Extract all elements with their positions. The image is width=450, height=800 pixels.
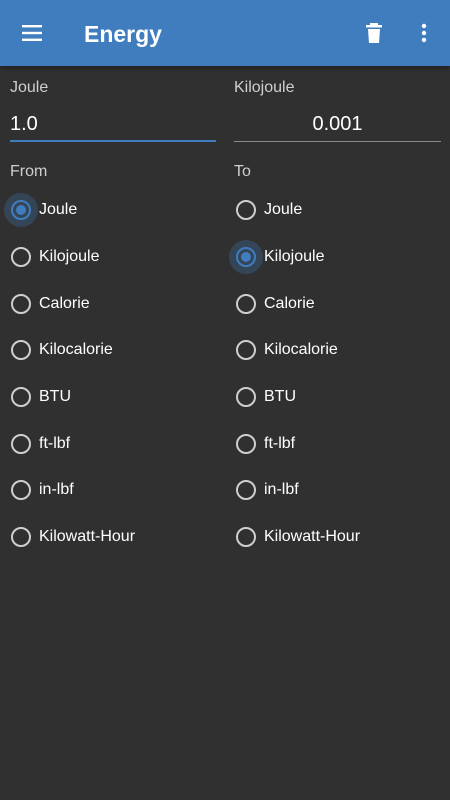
menu-icon <box>22 25 42 41</box>
to-radio-kilocalorie[interactable]: Kilocalorie <box>236 327 450 374</box>
radio-button-icon <box>11 247 31 268</box>
radio-label: Kilojoule <box>39 248 100 266</box>
radio-button-icon <box>11 480 31 501</box>
radio-label: ft-lbf <box>39 434 71 452</box>
delete-icon <box>366 23 382 43</box>
radio-button-icon <box>236 527 256 548</box>
radio-label: Calorie <box>264 294 315 312</box>
radio-button-icon <box>236 480 256 501</box>
radio-button-icon <box>11 387 31 408</box>
to-unit-label: Kilojoule <box>234 79 295 96</box>
to-unit-radio-group: Joule Kilojoule Calorie Kilocalorie BTU … <box>229 187 450 561</box>
to-radio-kilowatt-hour[interactable]: Kilowatt-Hour <box>236 514 450 561</box>
radio-button-icon <box>236 200 256 221</box>
radio-label: Joule <box>39 201 78 219</box>
to-value-field[interactable]: 0.001 <box>234 106 441 142</box>
radio-button-icon <box>11 293 31 314</box>
menu-button[interactable] <box>10 11 54 55</box>
radio-button-icon <box>11 433 31 454</box>
from-unit-radio-group: Joule Kilojoule Calorie Kilocalorie BTU … <box>4 187 226 561</box>
radio-label: Joule <box>264 201 303 219</box>
to-radio-kilojoule[interactable]: Kilojoule <box>229 234 450 281</box>
from-section-label: From <box>10 163 48 180</box>
from-radio-kilowatt-hour[interactable]: Kilowatt-Hour <box>11 514 226 561</box>
from-radio-calorie[interactable]: Calorie <box>11 280 226 327</box>
to-radio-calorie[interactable]: Calorie <box>236 280 450 327</box>
to-radio-btu[interactable]: BTU <box>236 374 450 421</box>
from-unit-label: Joule <box>10 79 49 96</box>
radio-button-icon <box>236 433 256 454</box>
radio-label: Kilojoule <box>264 248 325 266</box>
radio-button-icon <box>11 527 31 548</box>
delete-button[interactable] <box>352 11 396 55</box>
radio-label: BTU <box>264 388 296 406</box>
radio-button-icon <box>236 340 256 361</box>
from-value-input[interactable]: 1.0 <box>10 106 216 142</box>
more-options-button[interactable] <box>402 11 446 55</box>
more-vert-icon <box>421 23 427 43</box>
radio-label: Kilocalorie <box>264 341 338 359</box>
radio-button-icon <box>4 193 38 228</box>
to-section-label: To <box>234 163 251 180</box>
radio-button-icon <box>229 240 263 275</box>
to-radio-ft-lbf[interactable]: ft-lbf <box>236 420 450 467</box>
page-title: Energy <box>84 21 162 47</box>
radio-button-icon <box>236 293 256 314</box>
from-radio-kilocalorie[interactable]: Kilocalorie <box>11 327 226 374</box>
radio-label: Kilowatt-Hour <box>39 528 136 546</box>
radio-label: ft-lbf <box>264 434 296 452</box>
radio-label: in-lbf <box>264 481 299 499</box>
radio-label: BTU <box>39 388 71 406</box>
from-radio-kilojoule[interactable]: Kilojoule <box>11 234 226 281</box>
radio-label: Calorie <box>39 294 90 312</box>
from-radio-btu[interactable]: BTU <box>11 374 226 421</box>
to-radio-in-lbf[interactable]: in-lbf <box>236 467 450 514</box>
from-radio-ft-lbf[interactable]: ft-lbf <box>11 420 226 467</box>
radio-button-icon <box>11 340 31 361</box>
from-radio-joule[interactable]: Joule <box>4 187 226 234</box>
to-radio-joule[interactable]: Joule <box>236 187 450 234</box>
radio-label: in-lbf <box>39 481 74 499</box>
radio-button-icon <box>236 387 256 408</box>
radio-label: Kilocalorie <box>39 341 113 359</box>
from-radio-in-lbf[interactable]: in-lbf <box>11 467 226 514</box>
app-bar: Energy <box>0 0 450 66</box>
radio-label: Kilowatt-Hour <box>264 528 361 546</box>
